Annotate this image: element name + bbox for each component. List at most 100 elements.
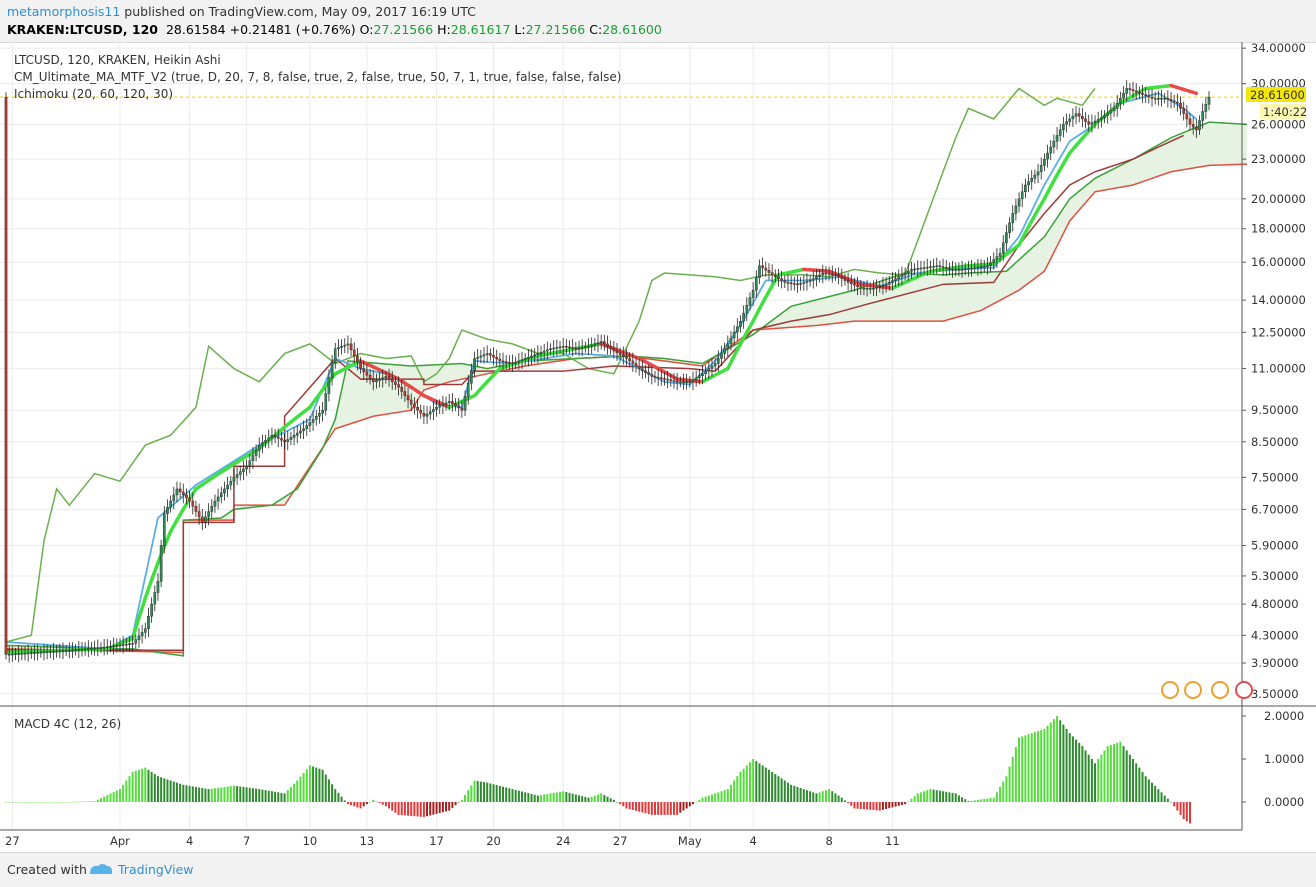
us-flag-icon[interactable] [1236,682,1252,698]
us-flag-icon[interactable] [1185,682,1201,698]
tradingview-logo-icon[interactable] [88,862,114,876]
candle-body [879,286,881,287]
candle-body [451,401,453,403]
macd-bar [1135,763,1137,802]
candle-body [521,360,523,361]
candle-body [989,263,991,266]
candle-body [917,268,919,269]
candle-body [306,426,308,429]
macd-bar [65,802,67,803]
event-flags[interactable] [1162,682,1252,698]
candle-body [454,404,456,406]
macd-bar [670,802,672,815]
macd-bar [448,802,450,811]
macd-bar [543,794,545,802]
candle-body [226,485,228,489]
candle-body [470,371,472,384]
macd-bar [806,790,808,802]
macd-bar [831,791,833,802]
candle-body [182,492,184,495]
macd-bar [21,802,23,803]
macd-bar [303,773,305,802]
candle-body [907,271,909,273]
candle-body [999,253,1001,256]
candle-body [869,288,871,289]
macd-bar [515,790,517,802]
candle-body [385,376,387,377]
candle-body [970,268,972,269]
macd-bar [246,787,248,802]
macd-bar [777,776,779,802]
candle-body [939,266,941,267]
macd-bar [173,782,175,802]
macd-bar [1170,802,1172,803]
macd-bar [717,792,719,802]
candle-body [280,438,282,440]
tradingview-link[interactable]: TradingView [118,862,194,877]
macd-bar [284,793,286,802]
candle-body [787,282,789,283]
macd-bar [546,794,548,802]
candle-body [499,359,501,361]
macd-bar [644,802,646,813]
candle-body [749,298,751,306]
author-link[interactable]: metamorphosis11 [7,4,120,19]
macd-bar [569,793,571,802]
date-tick-label: 13 [360,834,375,848]
us-flag-icon[interactable] [1212,682,1228,698]
candle-body [432,409,434,411]
macd-bar [787,783,789,802]
close-label: C: [589,22,602,37]
candle-body [103,647,105,648]
macd-bar [198,787,200,802]
candle-body [1084,119,1086,122]
candle-body [543,351,545,352]
price-tick-label: 3.50000 [1251,687,1299,701]
macd-bar [97,800,99,802]
candle-body [369,375,371,378]
chart-canvas[interactable]: 34.0000030.0000026.0000023.0000020.00000… [0,42,1316,852]
macd-bar [790,785,792,802]
candle-body [667,379,669,380]
macd-bar [796,787,798,802]
macd-bar [5,802,7,803]
macd-tick-label: 2.0000 [1264,709,1304,723]
candle-body [1170,100,1172,101]
candle-body [261,443,263,446]
macd-bar [505,787,507,802]
footer: Created with TradingView [0,852,1316,887]
macd-bar [1050,722,1052,802]
candle-body [768,270,770,272]
macd-bar [1072,736,1074,802]
macd-bar [755,761,757,802]
us-flag-icon[interactable] [1162,682,1178,698]
candle-body [841,277,843,279]
candle-body [1043,159,1045,165]
candle-body [328,378,330,394]
candle-body [138,636,140,640]
macd-bar [141,769,143,802]
macd-bar [762,765,764,802]
macd-bar [337,793,339,802]
candle-body [894,279,896,281]
price-tick-label: 26.00000 [1251,117,1306,131]
candle-body [812,279,814,281]
candle-body [1034,175,1036,178]
candle-body [1179,103,1181,108]
macd-bar [572,794,574,802]
candle-body [283,440,285,442]
candle-body [382,378,384,379]
candle-body [214,501,216,506]
macd-bar [512,789,514,802]
legend-indicator1: CM_Ultimate_MA_MTF_V2 (true, D, 20, 7, 8… [14,70,621,84]
candle-body [90,648,92,649]
candle-body [762,266,764,268]
candle-body [429,412,431,414]
macd-bar [125,781,127,803]
macd-bar [52,802,54,803]
macd-bar [1047,726,1049,802]
macd-bar [1151,783,1153,802]
candle-body [1107,113,1109,115]
candle-body [366,372,368,375]
macd-bar [261,790,263,802]
